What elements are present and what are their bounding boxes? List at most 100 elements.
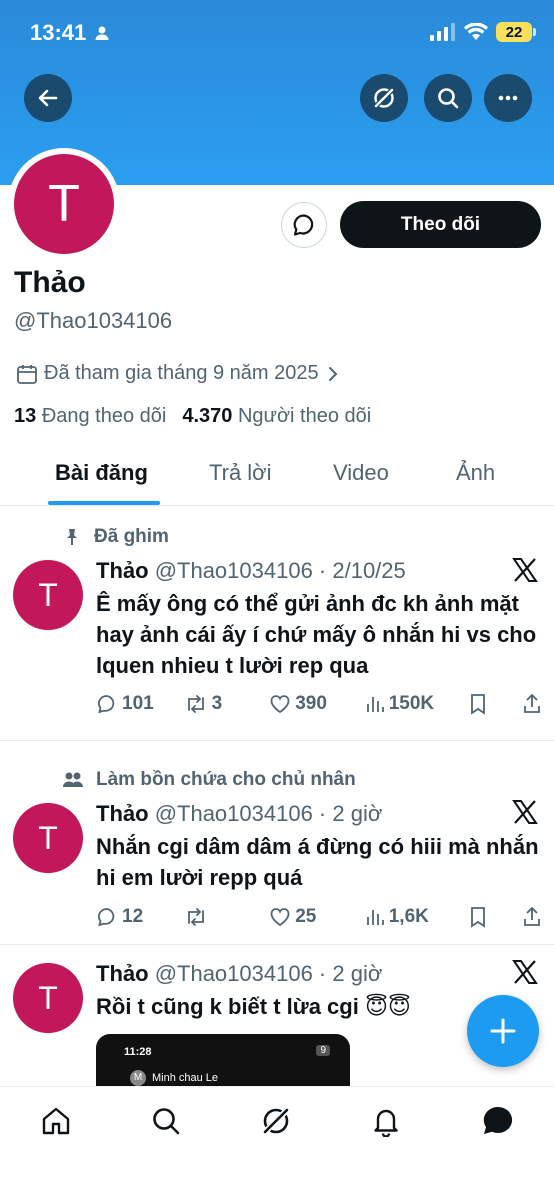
plus-icon — [490, 1018, 516, 1044]
nav-search[interactable] — [146, 1101, 186, 1141]
retweet-button[interactable] — [184, 906, 270, 928]
profile-handle: @Thao1034106 — [14, 308, 173, 333]
tweet-author[interactable]: Thảo — [96, 801, 149, 826]
x-logo-icon — [512, 558, 538, 582]
search-icon — [438, 88, 459, 109]
heart-icon — [270, 695, 290, 714]
grok-icon — [373, 87, 395, 109]
tweet-handle-time: @Thao1034106 · 2/10/25 — [154, 558, 406, 583]
retweet-button[interactable]: 3 — [184, 693, 270, 715]
back-arrow-icon — [38, 89, 58, 107]
follow-button[interactable]: Theo dõi — [340, 201, 541, 248]
home-icon — [42, 1107, 70, 1135]
tab-posts[interactable]: Bài đăng — [55, 460, 148, 486]
following-link[interactable]: 13 Đang theo dõi — [14, 405, 166, 428]
reply-icon — [98, 908, 115, 927]
tweet-author[interactable]: Thảo — [96, 558, 149, 583]
view-count: 1,6K — [388, 906, 429, 927]
tweet-header: Thảo @Thao1034106 · 2 giờ — [96, 801, 382, 827]
tweet-author[interactable]: Thảo — [96, 961, 149, 986]
followers-label: Người theo dõi — [237, 405, 372, 427]
tweet-actions: 12 25 1,6K — [96, 906, 542, 928]
like-button[interactable]: 390 — [269, 693, 365, 715]
retweet-icon — [187, 908, 204, 926]
tab-video[interactable]: Video — [333, 460, 389, 486]
profile-name: Thảo — [14, 266, 86, 299]
bookmark-button[interactable] — [468, 906, 522, 928]
tweet-avatar[interactable]: T — [13, 803, 83, 873]
tweet-text[interactable]: Nhắn cgi dâm dâm á đừng có hiii mà nhắn … — [96, 831, 546, 893]
reply-icon — [98, 695, 115, 714]
retweet-count: 3 — [211, 693, 223, 714]
like-count: 390 — [295, 693, 327, 714]
message-button[interactable] — [281, 202, 327, 248]
profile-avatar[interactable]: T — [8, 148, 120, 260]
bookmark-button[interactable] — [468, 693, 522, 715]
tweet-header: Thảo @Thao1034106 · 2/10/25 — [96, 558, 406, 584]
chat-bubble-icon — [483, 1106, 513, 1134]
tweet-actions: 101 3 390 150K — [96, 693, 542, 715]
battery-indicator: 22 — [496, 22, 536, 42]
following-count: 13 — [14, 405, 37, 427]
tab-photos[interactable]: Ảnh — [456, 460, 495, 486]
chat-bubble-icon — [293, 214, 314, 236]
tweet-divider — [0, 944, 554, 945]
back-button[interactable] — [24, 74, 72, 122]
views-button[interactable]: 1,6K — [365, 906, 469, 928]
nav-notifications[interactable] — [366, 1101, 406, 1141]
community-label: Làm bồn chứa cho chủ nhân — [62, 769, 356, 791]
status-time: 13:41 — [30, 20, 87, 45]
following-label: Đang theo dõi — [41, 405, 167, 427]
person-icon — [95, 26, 109, 40]
bookmark-icon — [471, 907, 486, 928]
reply-button[interactable]: 101 — [96, 693, 184, 715]
nav-home[interactable] — [36, 1101, 76, 1141]
x-logo-icon — [512, 960, 538, 984]
search-icon — [153, 1108, 180, 1135]
thumb-avatar: M — [130, 1070, 146, 1086]
thumb-time: 11:28 — [124, 1046, 152, 1058]
reply-count: 101 — [122, 693, 154, 714]
nav-grok[interactable] — [256, 1101, 296, 1141]
retweet-icon — [187, 695, 204, 713]
tweet-avatar[interactable]: T — [13, 963, 83, 1033]
pinned-text: Đã ghim — [94, 526, 169, 547]
views-button[interactable]: 150K — [365, 693, 469, 715]
joined-date[interactable]: Đã tham gia tháng 9 năm 2025 — [16, 362, 341, 385]
heart-icon — [270, 908, 290, 927]
more-button[interactable] — [484, 74, 532, 122]
status-indicators: 22 — [430, 22, 536, 42]
chevron-right-icon — [328, 366, 338, 381]
search-button[interactable] — [424, 74, 472, 122]
like-button[interactable]: 25 — [269, 906, 365, 928]
bookmark-icon — [471, 694, 486, 715]
nav-messages[interactable] — [478, 1101, 518, 1141]
tab-replies[interactable]: Trả lời — [209, 460, 272, 486]
community-text: Làm bồn chứa cho chủ nhân — [96, 769, 356, 790]
follow-stats: 13 Đang theo dõi 4.370 Người theo dõi — [14, 405, 371, 428]
pinned-label: Đã ghim — [62, 526, 169, 548]
bell-icon — [374, 1109, 398, 1137]
like-count: 25 — [295, 906, 317, 927]
avatar-letter: T — [14, 154, 114, 254]
tweet-handle-time: @Thao1034106 · 2 giờ — [154, 961, 383, 986]
compose-button[interactable] — [467, 995, 539, 1067]
tweet-avatar[interactable]: T — [13, 560, 83, 630]
share-icon — [524, 906, 540, 926]
wifi-icon — [464, 23, 488, 40]
joined-text: Đã tham gia tháng 9 năm 2025 — [44, 362, 319, 384]
followers-link[interactable]: 4.370 Người theo dõi — [182, 405, 371, 428]
share-button[interactable] — [522, 906, 542, 928]
reply-button[interactable]: 12 — [96, 906, 184, 928]
signal-icon — [430, 23, 455, 41]
active-tab-indicator — [48, 501, 160, 505]
share-button[interactable] — [522, 693, 542, 715]
view-count: 150K — [388, 693, 435, 714]
tweet-text[interactable]: Ê mấy ông có thể gửi ảnh đc kh ảnh mặt h… — [96, 588, 546, 681]
grok-icon — [261, 1106, 291, 1136]
thumb-contact: Minh chau Le — [152, 1072, 219, 1084]
followers-count: 4.370 — [182, 405, 233, 427]
grok-button[interactable] — [360, 74, 408, 122]
tweet-media-screenshot[interactable]: 11:28 9 M Minh chau Le — [96, 1034, 350, 1094]
views-icon — [366, 697, 384, 712]
